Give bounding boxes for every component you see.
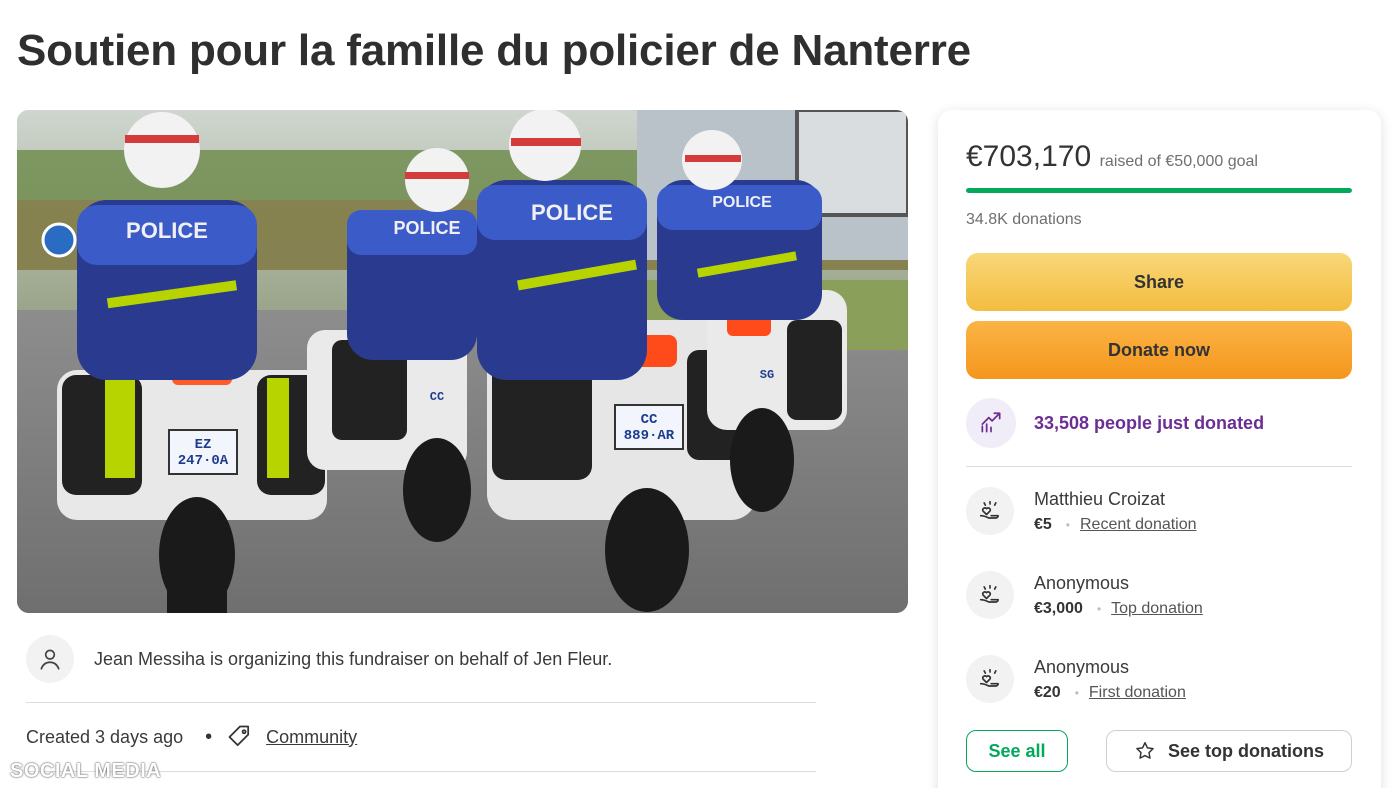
donate-now-button[interactable]: Donate now [966,321,1352,379]
donor-item: Anonymous €3,000 • Top donation [966,568,1203,622]
person-icon [26,635,74,683]
progress-fill [966,188,1352,193]
jacket-label: POLICE [712,194,772,211]
created-date: Created 3 days ago [26,726,184,747]
see-top-donations-label: See top donations [1167,740,1324,761]
see-all-button[interactable]: See all [966,730,1068,772]
heart-hand-icon [966,487,1014,535]
jacket-label: POLICE [126,218,208,243]
donor-name: Anonymous [1034,656,1130,677]
recent-donations-trend: 33,508 people just donated [966,398,1264,448]
separator-dot: • [1096,601,1102,616]
trend-text: 33,508 people just donated [1034,412,1265,433]
heart-hand-icon [966,571,1014,619]
organizer-row: Jean Messiha is organizing this fundrais… [26,634,816,684]
donor-item: Matthieu Croizat €5 • Recent donation [966,484,1197,538]
divider [26,702,816,703]
category-link-community[interactable]: Community [266,727,357,748]
raised-amount: €703,170 [966,140,1092,173]
police-motorcycles-photo: POLICE POLICE POLICE POLICE EZ 247·0A CC 8… [17,110,908,613]
organizer-text: Jean Messiha is organizing this fundrais… [94,648,613,669]
jacket-label: POLICE [531,200,613,225]
see-top-donations-button[interactable]: See top donations [1106,730,1352,772]
donor-amount: €5 [1034,515,1052,533]
donation-type-link[interactable]: First donation [1089,684,1186,702]
license-plate: CC [430,390,444,404]
separator-dot: • [1065,517,1070,532]
meta-row: Created 3 days ago • Community [26,720,357,754]
divider [966,466,1352,467]
separator-dot: • [1074,685,1079,700]
page-title: Soutien pour la famille du policier de N… [17,26,971,75]
star-icon [1134,740,1156,762]
hero-image: POLICE POLICE POLICE POLICE EZ 247·0A CC 8… [17,110,908,613]
donation-card: €703,170 raised of €50,000 goal 34.8K do… [938,110,1381,788]
progress-bar [966,188,1352,193]
jacket-label: POLICE [393,218,460,238]
tag-icon [226,723,254,751]
donor-item: Anonymous €20 • First donation [966,652,1186,706]
separator-dot: • [205,725,213,748]
donation-type-link[interactable]: Recent donation [1080,516,1197,534]
trending-up-icon [966,398,1016,448]
donor-name: Anonymous [1034,572,1130,593]
raised-goal: raised of €50,000 goal [1099,153,1258,170]
donor-amount: €20 [1034,683,1061,701]
license-plate: SG [760,368,774,382]
donor-amount: €3,000 [1034,599,1083,617]
donations-count: 34.8K donations [966,211,1082,228]
raised-summary: €703,170 raised of €50,000 goal [966,140,1258,174]
donor-name: Matthieu Croizat [1034,488,1166,509]
heart-hand-icon [966,655,1014,703]
share-button[interactable]: Share [966,253,1352,311]
donation-type-link[interactable]: Top donation [1111,600,1203,618]
watermark: SOCIAL MEDIA [10,760,162,782]
